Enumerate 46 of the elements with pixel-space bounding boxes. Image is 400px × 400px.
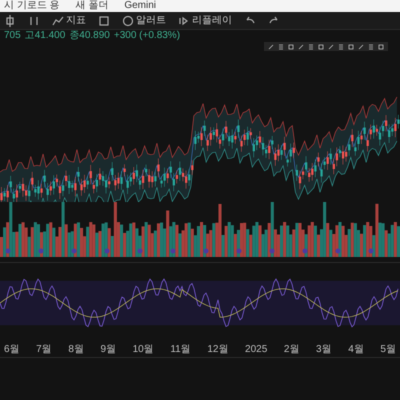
event-marker-icon[interactable]: [6, 248, 10, 254]
toolbar-icon-button[interactable]: [28, 14, 40, 26]
drawing-tool-icon[interactable]: [268, 44, 274, 50]
bars-icon: [28, 14, 40, 26]
drawing-tool-icon[interactable]: [308, 44, 314, 50]
event-marker-icon[interactable]: [236, 248, 242, 254]
event-marker-icon[interactable]: [170, 248, 176, 254]
drawing-tool-icon[interactable]: [338, 44, 344, 50]
event-marker-icon[interactable]: [204, 248, 208, 254]
event-marker-icon[interactable]: [270, 248, 274, 254]
event-marker-icon[interactable]: [368, 248, 374, 254]
event-marker-icon[interactable]: [302, 248, 308, 254]
toolbar-button[interactable]: 리플레이: [178, 14, 232, 26]
event-marker-icon[interactable]: [38, 248, 44, 254]
time-axis-label: 9월: [100, 345, 116, 355]
chart-icon: [52, 14, 64, 26]
event-marker-icon[interactable]: [138, 248, 142, 254]
toolbar-icon-button[interactable]: [4, 14, 16, 26]
replay-icon: [178, 14, 190, 26]
drawing-tool-icon[interactable]: [368, 44, 374, 50]
event-marker-icon[interactable]: [104, 248, 110, 254]
legend-value: 고41.400: [24, 31, 66, 41]
time-axis-label: 6월: [4, 345, 20, 355]
time-axis-label: 10월: [132, 345, 154, 355]
candle-icon: [4, 14, 16, 26]
bookmark-item[interactable]: 시 기로드 용: [4, 1, 60, 11]
legend-value: +300 (+0.83%): [114, 31, 180, 41]
time-axis-label: 7월: [36, 345, 52, 355]
time-axis-label: 8월: [68, 345, 84, 355]
time-axis-label: 2025: [245, 345, 268, 355]
legend-value: 705: [4, 31, 21, 41]
event-marker-icon[interactable]: [336, 248, 340, 254]
time-axis-label: 3월: [316, 345, 332, 355]
time-axis-label: 12월: [207, 345, 228, 355]
bookmark-item[interactable]: 새 폴더: [76, 1, 108, 11]
drawing-tool-icon[interactable]: [378, 44, 384, 50]
event-marker-icon[interactable]: [72, 248, 76, 254]
toolbar-button[interactable]: 지표: [52, 14, 86, 26]
time-axis-label: 5월: [380, 345, 396, 355]
legend-value: 종40.890: [69, 31, 110, 41]
bookmark-item[interactable]: Gemini: [124, 1, 156, 11]
toolbar-button[interactable]: 알러트: [122, 14, 166, 26]
time-axis-label: 2월: [284, 345, 300, 355]
drawing-tool-icon[interactable]: [278, 44, 284, 50]
time-axis-label: 11월: [170, 345, 191, 355]
time-axis-label: 4월: [348, 345, 364, 355]
